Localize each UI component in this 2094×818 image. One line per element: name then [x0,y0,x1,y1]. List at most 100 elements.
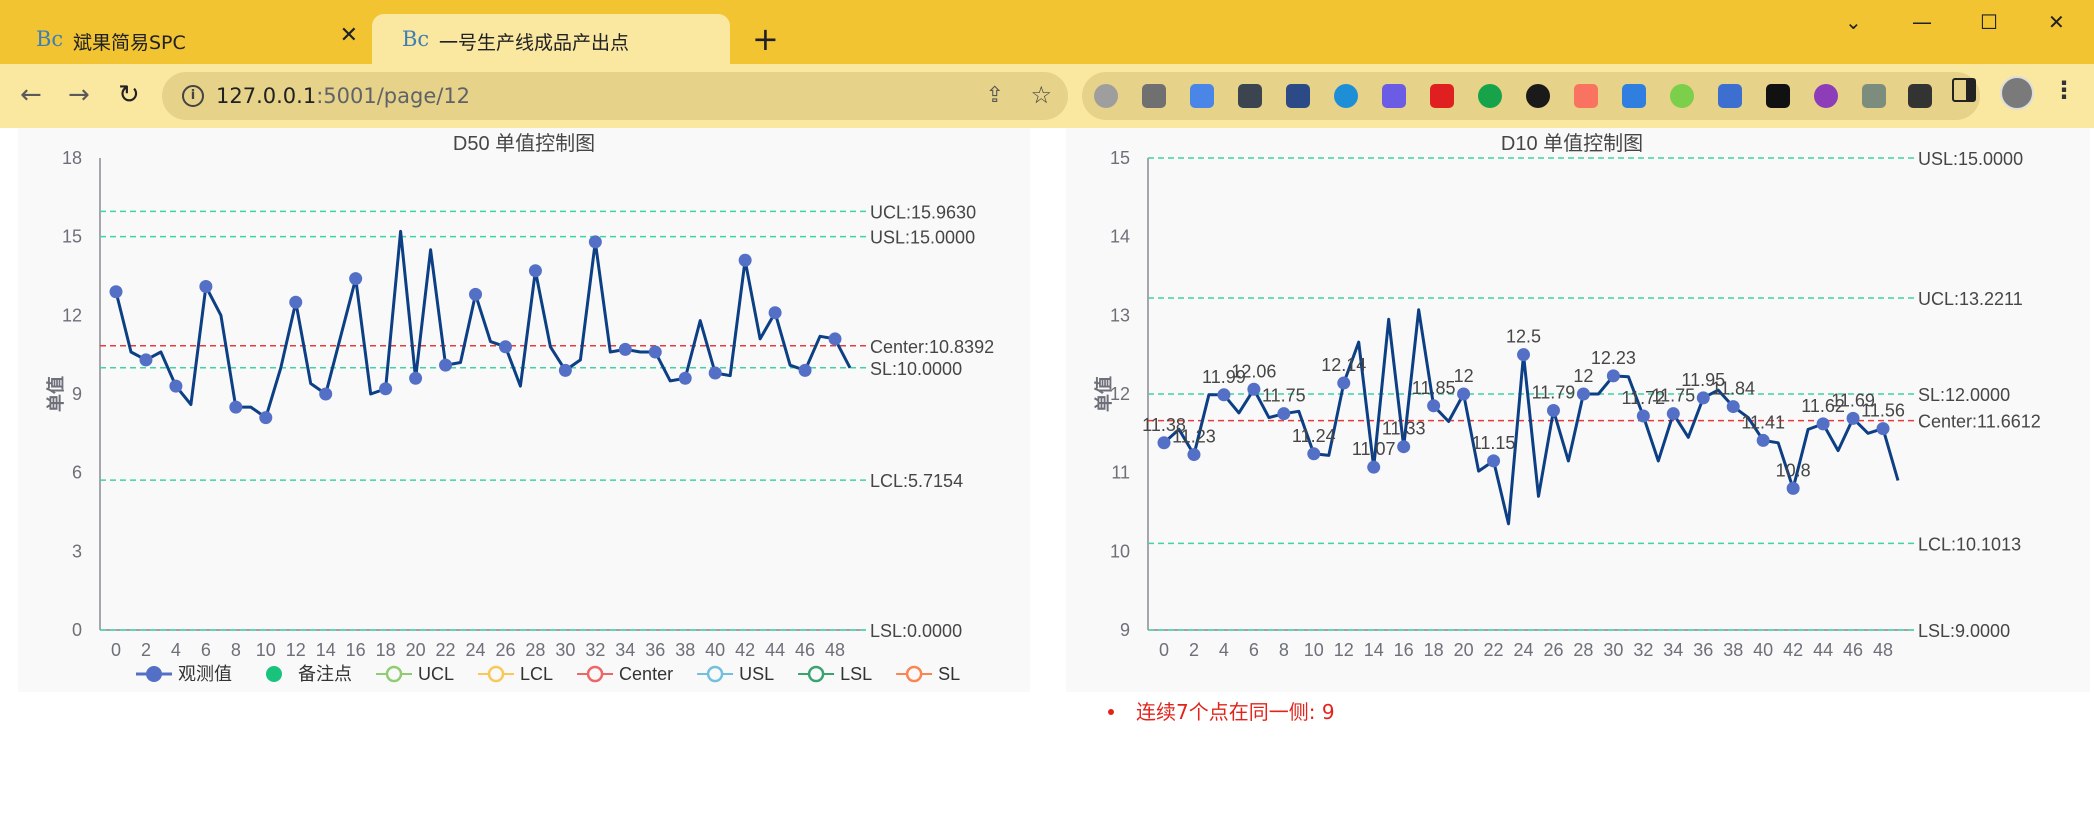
puzzle-icon[interactable] [1908,84,1932,108]
data-label: 12 [1454,366,1474,386]
x-tick-label: 30 [555,640,575,660]
avatar[interactable] [2000,76,2034,110]
address-bar[interactable]: i 127.0.0.1:5001/page/12 ⇪ ☆ [162,72,1068,120]
x-tick-label: 42 [1783,640,1803,660]
share-icon[interactable]: ⇪ [986,83,1004,108]
chevron-down-icon[interactable]: ⌄ [1845,10,1862,34]
x-tick-label: 8 [1279,640,1289,660]
x-tick-label: 20 [406,640,426,660]
x-tick-label: 6 [1249,640,1259,660]
x-tick-label: 18 [376,640,396,660]
record-icon[interactable] [1094,84,1118,108]
data-point [1427,399,1441,413]
data-point [1636,409,1650,423]
legend-marker-icon [807,665,825,683]
data-label: 11.84 [1711,379,1755,399]
x-tick-label: 34 [1663,640,1683,660]
legend-marker-icon [586,665,604,683]
x-tick-label: 4 [1219,640,1229,660]
tab-icon[interactable] [1766,84,1790,108]
bookmark-star-icon[interactable]: ☆ [1030,81,1052,109]
x-tick-label: 38 [675,640,695,660]
side-panel-icon[interactable] [1952,78,1976,102]
x-tick-label: 20 [1454,640,1474,660]
dots-icon[interactable] [1238,84,1262,108]
close-tab-icon[interactable]: ✕ [340,23,358,48]
data-point [1157,436,1171,450]
d50-chart-panel: D50 单值控制图 单值 0 3 6 9 12 15 18 0 2 4 6 8 10 12 14 16 18 20 22… [18,128,1030,692]
data-label: 11.15 [1472,433,1516,453]
x-tick-label: 4 [171,640,181,660]
data-point [1517,348,1531,362]
data-point [1876,422,1890,436]
data-label: 11.56 [1861,401,1905,421]
data-point [1487,454,1501,468]
x-tick-label: 26 [495,640,515,660]
data-label: 10.8 [1776,460,1811,480]
restore-button[interactable]: ☐ [1980,10,1998,34]
data-point [1367,460,1381,474]
url-path: :5001/page/12 [316,84,471,108]
minimize-button[interactable]: — [1912,10,1932,34]
y-tick-label: 14 [1110,227,1130,247]
limit-label-lcl: LCL:5.7154 [870,471,963,491]
shield-icon[interactable] [1430,84,1454,108]
v-icon[interactable] [1862,84,1886,108]
flower-icon[interactable] [1574,84,1598,108]
text-icon[interactable] [1718,84,1742,108]
data-label: 12.06 [1231,361,1276,381]
rule-warning: 连续7个点在同一侧: 9 [1108,696,1335,725]
reload-icon[interactable]: ↻ [118,80,140,110]
y-tick-label: 9 [1120,620,1130,640]
x-tick-label: 46 [795,640,815,660]
forward-icon[interactable]: → [68,80,90,110]
new-tab-button[interactable]: + [752,20,779,58]
y-tick-label: 15 [1110,148,1130,168]
data-point [798,363,812,377]
x-tick-label: 2 [141,640,151,660]
translate-icon[interactable] [1190,84,1214,108]
tab-favicon-icon: Bc [402,27,430,51]
back-icon[interactable]: ← [20,80,42,110]
url-text[interactable]: 127.0.0.1:5001/page/12 [216,84,470,108]
d10-chart-panel: D10 单值控制图 单值 9 10 11 12 13 14 15 0 2 4 6 8 10 12 14 16 18 2… [1066,128,2090,692]
x-tick-label: 2 [1189,640,1199,660]
data-point [319,387,333,401]
menu-icon[interactable]: ⋮ [2052,76,2076,104]
link-icon[interactable] [1622,84,1646,108]
data-label: 11.75 [1262,386,1306,406]
data-point [229,400,243,414]
x-tick-label: 38 [1723,640,1743,660]
data-point [1696,391,1710,405]
data-point [1756,433,1770,447]
data-point [379,382,393,396]
data-point [1397,440,1411,454]
wechat-icon[interactable] [1478,84,1502,108]
data-label: 11.85 [1412,378,1456,398]
x-tick-label: 46 [1843,640,1863,660]
d50-control-chart: D50 单值控制图单值03691215180 2 4 6 8 10 12 14 16 18 20 22… [45,132,994,684]
y-tick-label: 0 [72,620,82,640]
download-icon[interactable] [1142,84,1166,108]
data-point [169,379,183,393]
tab-production-line[interactable]: Bc 一号生产线成品产出点 [372,14,730,64]
data-point [289,295,303,309]
chart-title: D50 单值控制图 [453,132,595,155]
y-tick-label: 6 [72,463,82,483]
data-point [708,366,722,380]
check-icon[interactable] [1382,84,1406,108]
tab-spc-home[interactable]: Bc 斌果简易SPC ✕ [6,14,372,64]
block-icon[interactable] [1526,84,1550,108]
limit-label-lsl: LSL:9.0000 [1918,621,2010,641]
close-window-button[interactable]: ✕ [2048,10,2065,34]
edge-icon[interactable] [1334,84,1358,108]
legend-marker-icon [706,665,724,683]
history-icon[interactable] [1814,84,1838,108]
data-point [768,306,782,320]
js-icon[interactable] [1670,84,1694,108]
data-label: 11.33 [1382,419,1426,439]
data-point [1457,387,1471,401]
info-icon[interactable]: i [182,85,204,107]
data-point [1337,376,1351,390]
pdf-icon[interactable] [1286,84,1310,108]
